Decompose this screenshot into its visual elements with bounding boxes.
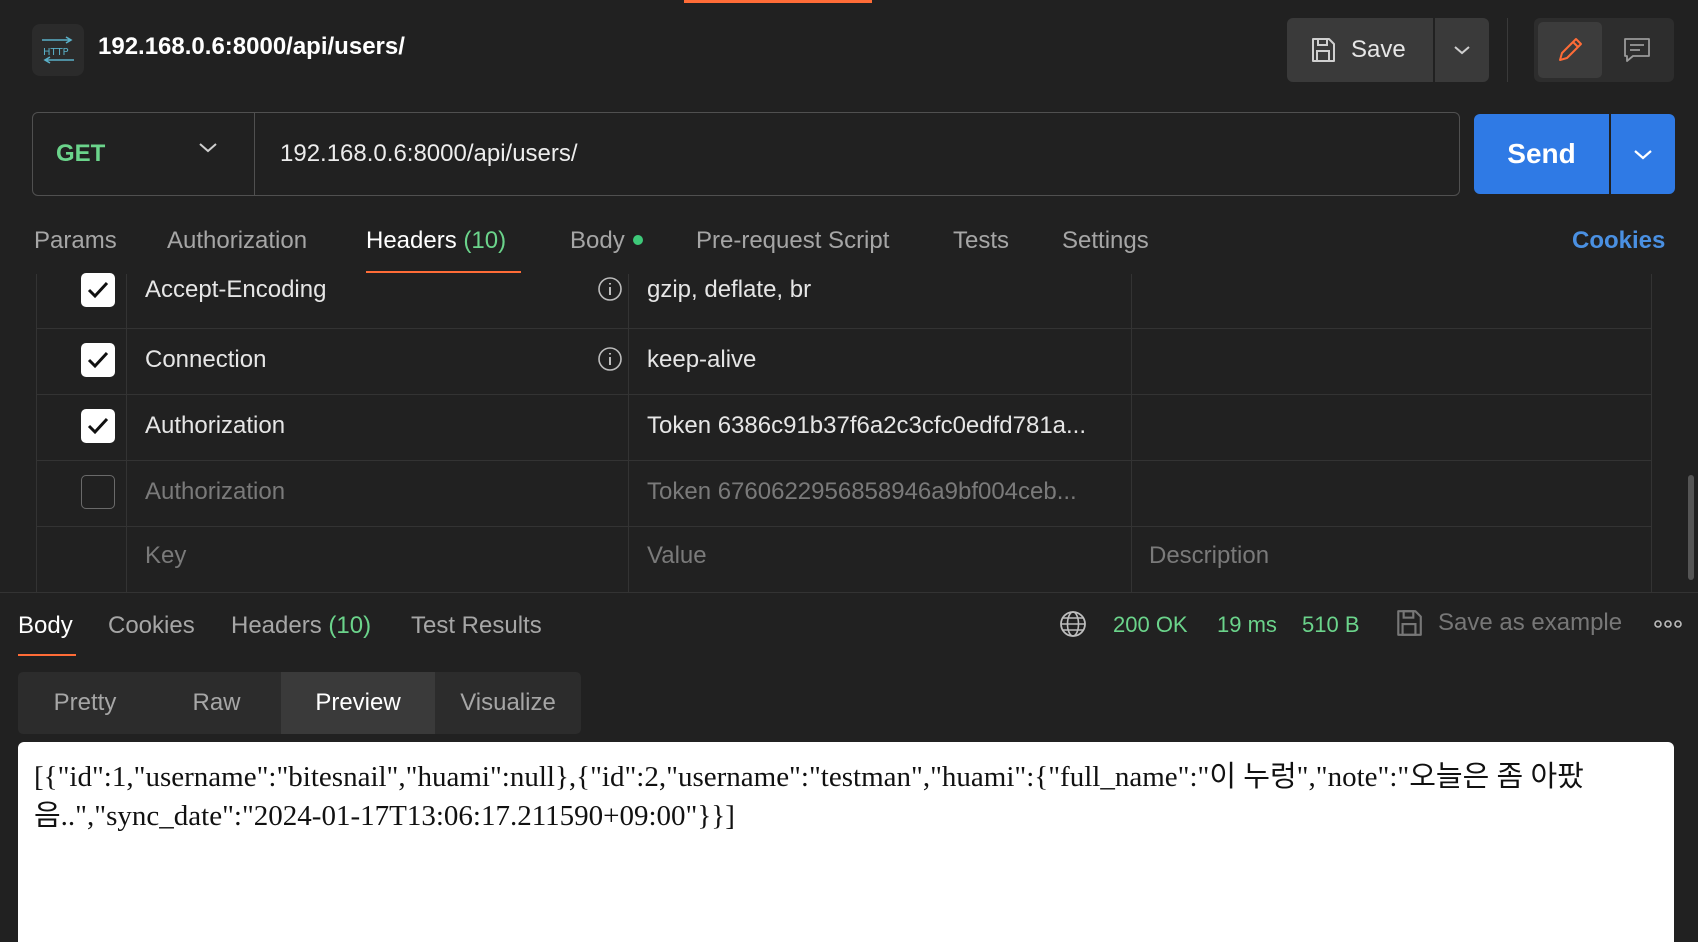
tab-settings[interactable]: Settings	[1062, 227, 1149, 255]
table-row: Authorization Token 6386c91b37f6a2c3cfc0…	[37, 394, 1651, 461]
comments-button[interactable]	[1604, 22, 1670, 78]
send-button[interactable]: Send	[1474, 114, 1609, 194]
globe-icon[interactable]	[1058, 609, 1088, 644]
tab-response-cookies[interactable]: Cookies	[108, 612, 195, 640]
save-icon	[1397, 610, 1422, 636]
headers-count: (10)	[463, 227, 507, 254]
tab-authorization[interactable]: Authorization	[167, 227, 307, 255]
table-row: Authorization Token 6760622956858946a9bf…	[37, 460, 1651, 527]
tab-body-label: Body	[570, 227, 625, 254]
header-key[interactable]: Authorization	[145, 412, 285, 440]
response-preview-pane[interactable]: [{"id":1,"username":"bitesnail","huami":…	[18, 742, 1674, 942]
more-options-icon[interactable]	[1653, 614, 1683, 639]
tab-tests[interactable]: Tests	[953, 227, 1009, 255]
comment-icon	[1624, 38, 1650, 62]
info-icon[interactable]	[597, 346, 623, 377]
header-value[interactable]: Token 6386c91b37f6a2c3cfc0edfd781a...	[647, 412, 1086, 440]
url-input[interactable]	[280, 134, 1430, 174]
body-indicator-dot	[632, 234, 643, 245]
key-input[interactable]: Key	[145, 542, 186, 570]
row-checkbox[interactable]	[81, 273, 115, 307]
response-time[interactable]: 19 ms	[1217, 612, 1277, 638]
tab-test-results[interactable]: Test Results	[411, 612, 542, 640]
pencil-icon	[1559, 38, 1582, 61]
tab-response-headers-label: Headers	[231, 612, 322, 639]
svg-text:HTTP: HTTP	[43, 47, 69, 58]
chevron-down-icon	[1454, 46, 1470, 55]
response-size[interactable]: 510 B	[1302, 612, 1360, 638]
view-mode-tabs: Pretty Raw Preview Visualize	[18, 672, 581, 734]
view-tab-raw[interactable]: Raw	[152, 672, 281, 734]
cookies-link[interactable]: Cookies	[1572, 227, 1665, 255]
scrollbar[interactable]	[1688, 475, 1694, 580]
tab-params[interactable]: Params	[34, 227, 117, 255]
check-icon	[87, 351, 109, 369]
http-request-icon: HTTP	[32, 24, 84, 76]
view-tab-visualize[interactable]: Visualize	[435, 672, 581, 734]
save-options-button[interactable]	[1435, 18, 1489, 82]
table-row-new: Key Value Description	[37, 526, 1651, 592]
method-chevron-down-icon[interactable]	[198, 140, 218, 159]
divider	[254, 113, 255, 195]
table-row: Connection keep-alive	[37, 328, 1651, 395]
check-icon	[87, 281, 109, 299]
chevron-down-icon	[1634, 150, 1652, 160]
save-as-example-label: Save as example	[1438, 609, 1623, 636]
headers-table: Accept-Encoding gzip, deflate, br Connec…	[36, 273, 1652, 592]
tab-headers[interactable]: Headers (10)	[366, 227, 506, 255]
table-row: Accept-Encoding gzip, deflate, br	[37, 262, 1651, 329]
tab-pre-request-script[interactable]: Pre-request Script	[696, 227, 889, 255]
save-as-example-button[interactable]: Save as example	[1394, 608, 1622, 638]
tab-response-body[interactable]: Body	[18, 612, 73, 640]
divider	[1507, 18, 1508, 82]
save-button[interactable]: Save	[1287, 18, 1433, 82]
active-tab-underline	[18, 654, 76, 656]
send-options-button[interactable]	[1611, 114, 1675, 194]
method-select[interactable]: GET	[56, 140, 105, 168]
value-input[interactable]: Value	[647, 542, 707, 570]
active-tab-indicator	[684, 0, 872, 3]
tab-body[interactable]: Body	[570, 227, 643, 255]
header-key[interactable]: Connection	[145, 346, 266, 374]
check-icon	[87, 417, 109, 435]
view-tab-preview[interactable]: Preview	[281, 672, 435, 734]
header-key[interactable]: Accept-Encoding	[145, 276, 326, 304]
header-value[interactable]: Token 6760622956858946a9bf004ceb...	[647, 478, 1077, 506]
description-input[interactable]: Description	[1149, 542, 1269, 570]
edit-mode-button[interactable]	[1538, 22, 1602, 78]
response-headers-count: (10)	[328, 612, 372, 639]
header-key[interactable]: Authorization	[145, 478, 285, 506]
divider	[0, 592, 1698, 593]
row-checkbox[interactable]	[81, 475, 115, 509]
row-checkbox[interactable]	[81, 409, 115, 443]
row-checkbox[interactable]	[81, 343, 115, 377]
tab-response-headers[interactable]: Headers (10)	[231, 612, 371, 640]
info-icon[interactable]	[597, 276, 623, 307]
status-code[interactable]: 200 OK	[1113, 612, 1188, 638]
header-value[interactable]: keep-alive	[647, 346, 756, 374]
save-label: Save	[1351, 36, 1406, 63]
header-value[interactable]: gzip, deflate, br	[647, 276, 811, 304]
request-title[interactable]: 192.168.0.6:8000/api/users/	[98, 33, 405, 61]
response-body-text: [{"id":1,"username":"bitesnail","huami":…	[34, 761, 1584, 832]
tab-headers-label: Headers	[366, 227, 457, 254]
save-icon	[1312, 38, 1335, 62]
view-tab-pretty[interactable]: Pretty	[18, 672, 152, 734]
